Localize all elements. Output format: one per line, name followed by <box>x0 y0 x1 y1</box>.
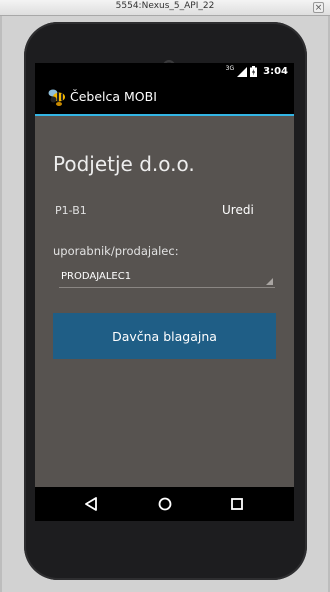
device-code: P1-B1 <box>55 204 87 217</box>
app-title: Čebelca MOBI <box>70 89 157 104</box>
status-icons: 3G 3:04 <box>226 64 288 79</box>
clock: 3:04 <box>263 66 288 77</box>
signal-icon <box>237 66 248 77</box>
home-icon[interactable] <box>155 494 175 514</box>
main-content: Podjetje d.o.o. P1-B1 Uredi uporabnik/pr… <box>35 116 294 487</box>
bee-icon[interactable] <box>47 87 67 107</box>
navigation-bar <box>35 487 294 521</box>
phone-screen: 3G 3:04 Čebelca MOBI Podjetje d.o.o. P1-… <box>35 63 294 521</box>
dropdown-arrow-icon <box>266 278 273 285</box>
emulator-window: 5554:Nexus_5_API_22 × 3G 3:04 Čebelca MO… <box>0 0 330 592</box>
close-button[interactable]: × <box>313 2 324 13</box>
status-bar: 3G 3:04 <box>35 63 294 80</box>
fiscal-register-button[interactable]: Davčna blagajna <box>53 313 276 359</box>
network-type: 3G <box>225 65 235 72</box>
battery-icon <box>250 66 258 77</box>
emulator-title: 5554:Nexus_5_API_22 <box>115 1 215 11</box>
company-name: Podjetje d.o.o. <box>53 152 195 176</box>
user-select[interactable]: PRODAJALEC1 <box>59 268 275 288</box>
recents-icon[interactable] <box>227 494 247 514</box>
edit-button[interactable]: Uredi <box>222 203 254 217</box>
back-icon[interactable] <box>81 494 101 514</box>
user-select-value: PRODAJALEC1 <box>61 271 132 282</box>
user-label: uporabnik/prodajalec: <box>53 244 179 258</box>
emulator-titlebar: 5554:Nexus_5_API_22 × <box>0 0 330 16</box>
